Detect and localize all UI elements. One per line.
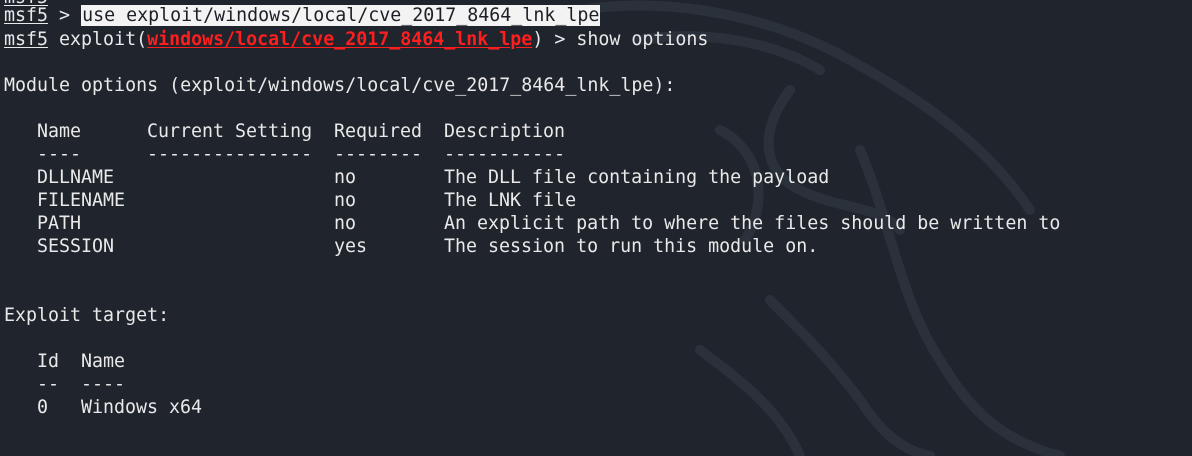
option-name: FILENAME bbox=[37, 190, 126, 211]
column-header-description: Description bbox=[444, 121, 566, 142]
selected-command-text[interactable]: use exploit/windows/local/cve_2017_8464_… bbox=[81, 5, 601, 26]
active-module-name: windows/local/cve_2017_8464_lnk_lpe bbox=[147, 29, 533, 50]
option-required: yes bbox=[334, 236, 368, 257]
terminal-window[interactable]: msf5 msf5 > use exploit/windows/local/cv… bbox=[0, 0, 1192, 456]
column-header-name: Name bbox=[37, 121, 82, 142]
option-name: DLLNAME bbox=[37, 167, 115, 188]
option-description: An explicit path to where the files shou… bbox=[444, 213, 1061, 234]
option-description: The DLL file containing the payload bbox=[444, 167, 830, 188]
column-header-current-setting: Current Setting bbox=[147, 121, 313, 142]
command-line-use: msf5 > use exploit/windows/local/cve_201… bbox=[4, 5, 601, 26]
prompt-label: msf5 bbox=[4, 29, 49, 50]
module-options-header: Module options (exploit/windows/local/cv… bbox=[4, 75, 676, 96]
target-id: 0 bbox=[37, 397, 49, 418]
column-header-target-name: Name bbox=[81, 351, 126, 372]
target-name: Windows x64 bbox=[81, 397, 203, 418]
option-description: The session to run this module on. bbox=[444, 236, 819, 257]
column-header-id: Id bbox=[37, 351, 60, 372]
option-name: SESSION bbox=[37, 236, 115, 257]
option-description: The LNK file bbox=[444, 190, 577, 211]
command-line-show-options: msf5 exploit(windows/local/cve_2017_8464… bbox=[4, 29, 709, 50]
column-header-required: Required bbox=[334, 121, 423, 142]
option-required: no bbox=[334, 190, 357, 211]
option-name: PATH bbox=[37, 213, 82, 234]
exploit-target-header: Exploit target: bbox=[4, 305, 170, 326]
option-required: no bbox=[334, 167, 357, 188]
option-required: no bbox=[334, 213, 357, 234]
prompt-label: msf5 bbox=[4, 5, 49, 26]
